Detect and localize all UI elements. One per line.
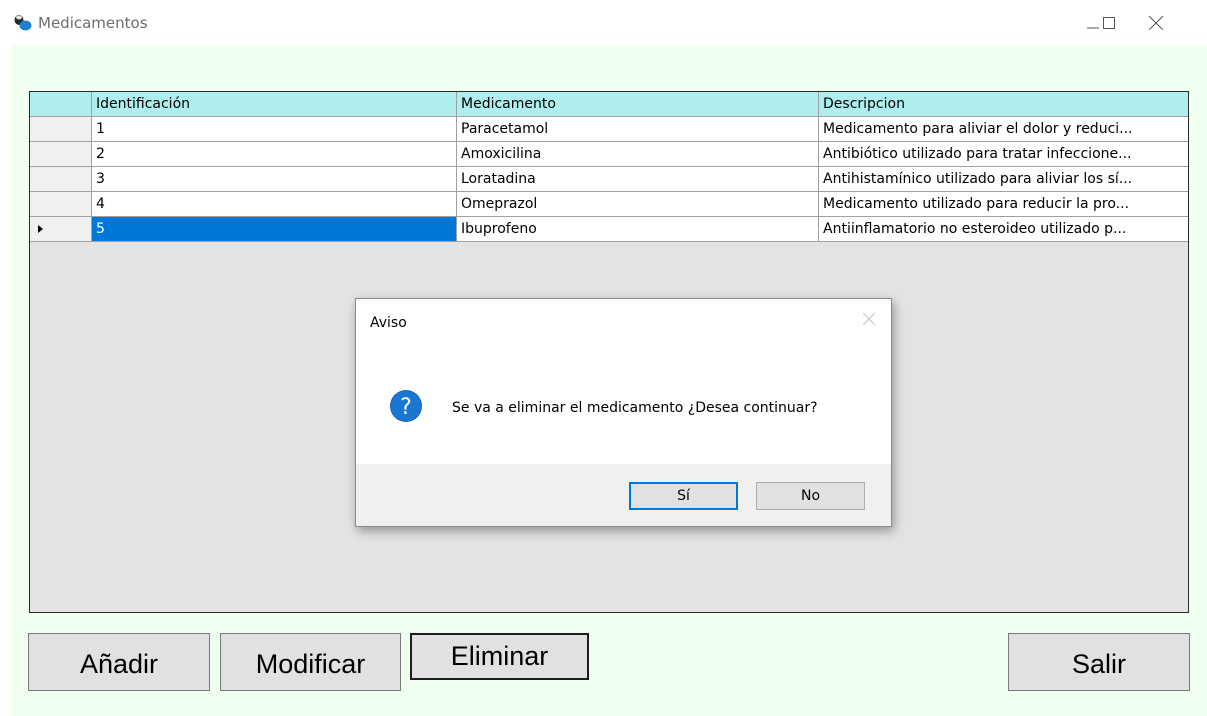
question-icon: ? (390, 390, 422, 422)
title-bar: Medicamentos (0, 0, 1207, 46)
add-button-label: Añadir (79, 649, 159, 679)
exit-button-label: Salir (1071, 649, 1126, 679)
grid-header-row: Identificación Medicamento Descripcion (30, 92, 1188, 117)
close-icon[interactable] (861, 311, 877, 327)
column-header-medicamento[interactable]: Medicamento (457, 92, 819, 117)
yes-button[interactable]: Sí (629, 482, 738, 510)
table-row[interactable]: 3 Loratadina Antihistamínico utilizado p… (30, 167, 1188, 192)
row-header[interactable] (30, 217, 92, 242)
cell-id[interactable]: 1 (92, 117, 457, 142)
cell-medicamento[interactable]: Loratadina (457, 167, 819, 192)
row-header[interactable] (30, 192, 92, 217)
modify-button[interactable]: Modificar (220, 633, 401, 691)
cell-id[interactable]: 4 (92, 192, 457, 217)
delete-button-label: Eliminar (450, 641, 549, 671)
dialog-footer: Sí No (356, 464, 891, 526)
table-row[interactable]: 1 Paracetamol Medicamento para aliviar e… (30, 117, 1188, 142)
cell-medicamento[interactable]: Paracetamol (457, 117, 819, 142)
column-header-id[interactable]: Identificación (92, 92, 457, 117)
cell-medicamento[interactable]: Ibuprofeno (457, 217, 819, 242)
cell-descripcion[interactable]: Antihistamínico utilizado para aliviar l… (819, 167, 1188, 192)
cell-descripcion[interactable]: Medicamento utilizado para reducir la pr… (819, 192, 1188, 217)
dialog-title: Aviso (370, 315, 407, 331)
modify-button-label: Modificar (255, 649, 366, 679)
confirm-dialog: Aviso ? Se va a eliminar el medicamento … (355, 298, 892, 527)
add-button[interactable]: Añadir (28, 633, 210, 691)
row-header[interactable] (30, 117, 92, 142)
cell-descripcion[interactable]: Antibiótico utilizado para tratar infecc… (819, 142, 1188, 167)
cell-medicamento[interactable]: Amoxicilina (457, 142, 819, 167)
cell-descripcion[interactable]: Antiinflamatorio no esteroideo utilizado… (819, 217, 1188, 242)
svg-text:?: ? (400, 395, 412, 420)
grid-corner-cell[interactable] (30, 92, 92, 117)
column-header-descripcion[interactable]: Descripcion (819, 92, 1188, 117)
close-icon (1149, 16, 1163, 30)
cell-descripcion[interactable]: Medicamento para aliviar el dolor y redu… (819, 117, 1188, 142)
maximize-button[interactable] (1086, 0, 1132, 46)
table-row-selected[interactable]: 5 Ibuprofeno Antiinflamatorio no esteroi… (30, 217, 1188, 242)
close-button[interactable] (1133, 0, 1179, 46)
delete-button[interactable]: Eliminar (410, 633, 589, 680)
cell-medicamento[interactable]: Omeprazol (457, 192, 819, 217)
no-button[interactable]: No (756, 482, 865, 510)
pills-icon (14, 15, 32, 31)
window-title: Medicamentos (38, 14, 148, 32)
maximize-icon (1103, 17, 1115, 29)
table-row[interactable]: 2 Amoxicilina Antibiótico utilizado para… (30, 142, 1188, 167)
cell-id[interactable]: 2 (92, 142, 457, 167)
exit-button[interactable]: Salir (1008, 633, 1190, 691)
row-header[interactable] (30, 142, 92, 167)
dialog-message: Se va a eliminar el medicamento ¿Desea c… (452, 400, 818, 416)
table-row[interactable]: 4 Omeprazol Medicamento utilizado para r… (30, 192, 1188, 217)
row-header[interactable] (30, 167, 92, 192)
cell-id[interactable]: 3 (92, 167, 457, 192)
current-row-arrow-icon (38, 225, 43, 233)
cell-id-selected[interactable]: 5 (92, 217, 457, 242)
